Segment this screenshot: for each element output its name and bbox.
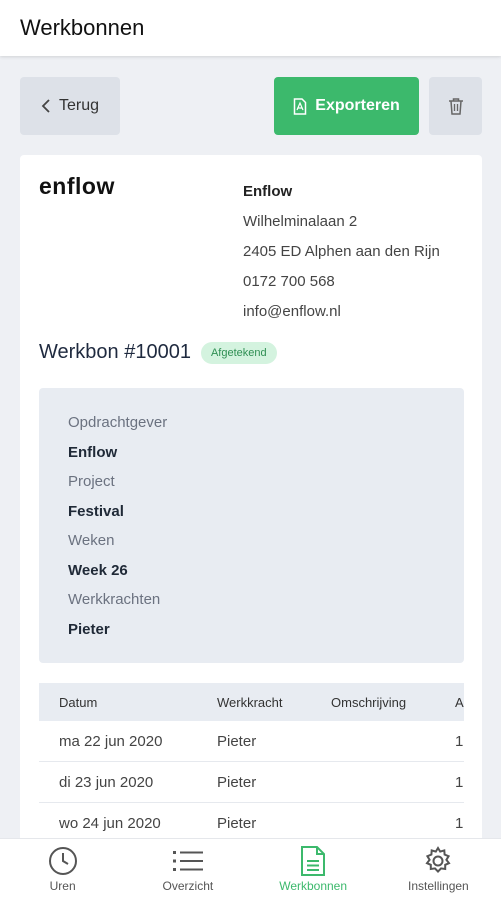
cell-a: 1 [455,774,464,791]
company-details: Enflow Wilhelminalaan 2 2405 ED Alphen a… [243,177,440,327]
nav-item-overzicht[interactable]: Overzicht [125,839,250,900]
cell-a: 1 [455,733,464,750]
back-button[interactable]: Terug [20,77,120,135]
company-name: Enflow [243,183,293,200]
pdf-file-icon [294,97,307,115]
delete-button[interactable] [429,77,482,135]
cell-werkkracht: Pieter [217,774,257,791]
nav-label-overzicht: Overzicht [162,879,214,893]
column-header-werkkracht[interactable]: Werkkracht [217,695,283,710]
nav-item-werkbonnen[interactable]: Werkbonnen [251,839,376,900]
nav-item-uren[interactable]: Uren [0,839,125,900]
company-address-line2: 2405 ED Alphen aan den Rijn [243,243,440,260]
cell-a: 1 [455,815,464,832]
client-value: Enflow [68,443,118,461]
table-row[interactable]: ma 22 jun 2020 Pieter 1 [39,721,464,762]
cell-werkkracht: Pieter [217,815,257,832]
company-phone: 0172 700 568 [243,273,335,290]
export-button[interactable]: Exporteren [274,77,419,135]
cell-datum: wo 24 jun 2020 [59,815,161,832]
workorder-info-panel: Opdrachtgever Enflow Project Festival We… [39,388,464,663]
chevron-left-icon [41,99,50,113]
nav-item-instellingen[interactable]: Instellingen [376,839,501,900]
weeks-label: Weken [68,532,115,549]
action-bar: Terug Exporteren [20,77,482,135]
project-value: Festival [68,502,124,520]
table-header: Datum Werkkracht Omschrijving A [39,683,464,721]
list-icon [172,851,203,871]
workorder-header: Werkbon #10001 Afgetekend [39,341,277,364]
page-title: Werkbonnen [20,15,145,40]
clock-icon [48,847,77,875]
app-bar: Werkbonnen [0,0,501,56]
nav-label-werkbonnen: Werkbonnen [279,879,348,893]
export-button-label: Exporteren [315,97,400,114]
table-row[interactable]: di 23 jun 2020 Pieter 1 [39,762,464,803]
cell-datum: di 23 jun 2020 [59,774,154,791]
nav-label-instellingen: Instellingen [408,879,469,893]
cell-datum: ma 22 jun 2020 [59,733,163,750]
bottom-navigation: Uren Overzicht Werkbonnen Instellingen [0,838,501,900]
column-header-a[interactable]: A [455,695,464,710]
status-badge: Afgetekend [200,341,277,364]
workorder-title: Werkbon #10001 [39,341,191,363]
back-button-label: Terug [58,97,100,114]
client-label: Opdrachtgever [68,414,168,431]
workers-value: Pieter [68,620,110,638]
company-email: info@enflow.nl [243,303,341,320]
company-address-line1: Wilhelminalaan 2 [243,213,358,230]
cell-werkkracht: Pieter [217,733,257,750]
column-header-datum[interactable]: Datum [59,695,97,710]
document-icon [301,846,326,876]
workorder-card: enflow Enflow Wilhelminalaan 2 2405 ED A… [20,155,482,855]
column-header-omschrijving[interactable]: Omschrijving [331,695,406,710]
company-logo: enflow [39,173,115,199]
gear-icon [425,846,451,874]
weeks-value: Week 26 [68,561,128,579]
project-label: Project [68,473,115,490]
trash-icon [448,98,463,115]
workers-label: Werkkrachten [68,591,161,608]
nav-label-uren: Uren [49,879,76,893]
